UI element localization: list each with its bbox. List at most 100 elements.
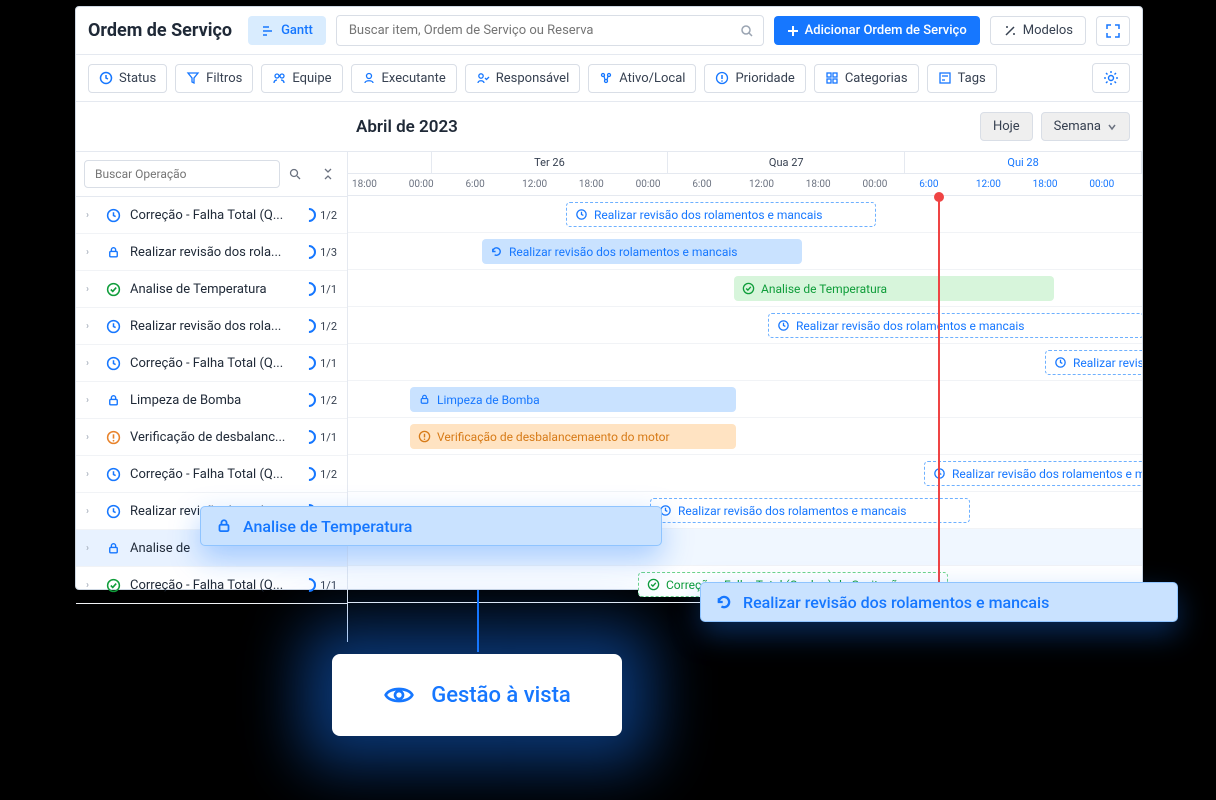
gantt-body: ›Correção - Falha Total (Q...1/2›Realiza… — [76, 152, 1142, 642]
row-label: Correção - Falha Total (Q... — [130, 208, 302, 223]
day-col-active: Qui 28 — [905, 152, 1142, 173]
hour-cell: 18:00 — [348, 174, 405, 195]
tree-row[interactable]: ›Correção - Falha Total (Q...1/1 — [76, 345, 347, 382]
tree-row[interactable]: ›Limpeza de Bomba1/2 — [76, 382, 347, 419]
task-bar[interactable]: Limpeza de Bomba — [410, 387, 736, 412]
filter-categorias[interactable]: Categorias — [814, 64, 919, 93]
status-icon — [104, 206, 122, 224]
dragging-bar-revisao[interactable]: Realizar revisão dos rolamentos e mancai… — [700, 582, 1178, 622]
status-icon — [104, 539, 122, 557]
row-label: Correção - Falha Total (Q... — [130, 356, 302, 371]
refresh-icon — [490, 245, 503, 258]
filter-responsavel[interactable]: Responsável — [465, 64, 580, 93]
filter-ativo[interactable]: Ativo/Local — [588, 64, 696, 93]
operation-search-input[interactable] — [84, 160, 280, 188]
expand-button[interactable] — [1096, 16, 1130, 46]
models-button[interactable]: Modelos — [990, 16, 1086, 45]
task-bar[interactable]: Realizar revisão dos rolamentos e mancai… — [768, 313, 1142, 338]
status-icon — [104, 465, 122, 483]
tree-row[interactable]: ›Correção - Falha Total (Q...1/2 — [76, 456, 347, 493]
header-bar: Ordem de Serviço Gantt Adicionar Ordem d… — [76, 7, 1142, 55]
gantt-row: Realizar revisão dos rolamentos e mancai… — [348, 307, 1142, 344]
settings-button[interactable] — [1092, 63, 1130, 93]
hour-header: 18:0000:006:0012:0018:0000:006:0012:0018… — [348, 174, 1142, 196]
grid-icon — [825, 71, 839, 85]
gantt-row: Limpeza de Bomba — [348, 381, 1142, 418]
sidebar-search-row — [76, 152, 347, 197]
filter-status[interactable]: Status — [88, 64, 167, 93]
check-circle-icon — [742, 282, 755, 295]
gear-icon — [1103, 70, 1119, 86]
chevron-right-icon: › — [86, 506, 96, 517]
dragging-bar-label: Analise de Temperatura — [243, 517, 412, 536]
tree-row[interactable]: ›Correção - Falha Total (Q...1/1 — [76, 567, 347, 604]
user-check-icon — [476, 71, 490, 85]
chevron-right-icon: › — [86, 247, 96, 258]
add-work-order-button[interactable]: Adicionar Ordem de Serviço — [774, 16, 980, 45]
tree-row[interactable]: ›Realizar revisão dos rola...1/3 — [76, 234, 347, 271]
progress-arc-icon — [299, 353, 319, 373]
chevron-right-icon: › — [86, 469, 96, 480]
row-count: 1/2 — [320, 394, 337, 407]
row-label: Realizar revisão dos rola... — [130, 245, 302, 260]
status-icon — [104, 428, 122, 446]
task-bar[interactable]: Realizar revisão dos rolamentos e mancai… — [482, 239, 802, 264]
lock-icon — [215, 517, 233, 535]
day-col: Ter 26 — [432, 152, 669, 173]
app-window: Ordem de Serviço Gantt Adicionar Ordem d… — [75, 6, 1143, 590]
funnel-icon — [186, 71, 200, 85]
search-icon — [289, 168, 301, 180]
progress-arc-icon — [299, 427, 319, 447]
filter-executante[interactable]: Executante — [351, 64, 457, 93]
chevron-down-icon — [1107, 122, 1117, 132]
now-indicator-line — [938, 196, 940, 603]
clock-icon — [777, 319, 790, 332]
search-input[interactable] — [336, 15, 764, 46]
task-bar[interactable]: Realizar revisão dos rolamentos e m — [924, 461, 1142, 486]
status-icon — [104, 576, 122, 594]
gantt-row: Realizar revisão dos rolamentos e mancai… — [348, 196, 1142, 233]
tree-row[interactable]: ›Analise de Temperatura1/1 — [76, 271, 347, 308]
status-icon — [104, 354, 122, 372]
row-count: 1/1 — [320, 431, 337, 444]
task-bar[interactable]: Realizar revis — [1045, 350, 1142, 375]
status-icon — [104, 243, 122, 261]
plus-icon — [787, 25, 799, 37]
progress-arc-icon — [299, 316, 319, 336]
filter-filtros[interactable]: Filtros — [175, 64, 253, 93]
gantt-row: Realizar revisão dos rolamentos e m — [348, 455, 1142, 492]
collapse-sidebar-button[interactable] — [317, 163, 339, 185]
gantt-view-button[interactable]: Gantt — [248, 16, 326, 45]
task-bar[interactable]: Verificação de desbalancemaento do motor — [410, 424, 736, 449]
tree-row[interactable]: ›Verificação de desbalanc...1/1 — [76, 419, 347, 456]
models-label: Modelos — [1023, 23, 1073, 38]
today-button[interactable]: Hoje — [980, 112, 1033, 141]
task-bar[interactable]: Realizar revisão dos rolamentos e mancai… — [566, 202, 876, 227]
filter-prioridade[interactable]: Prioridade — [704, 64, 805, 93]
row-label: Verificação de desbalanc... — [130, 430, 302, 445]
filter-equipe[interactable]: Equipe — [261, 64, 342, 93]
hour-cell: 12:00 — [745, 174, 802, 195]
chevron-right-icon: › — [86, 284, 96, 295]
hour-cell: 18:00 — [1029, 174, 1086, 195]
chevron-right-icon: › — [86, 543, 96, 554]
week-dropdown[interactable]: Semana — [1041, 112, 1130, 141]
progress-arc-icon — [299, 205, 319, 225]
progress-arc-icon — [299, 575, 319, 595]
status-icon — [104, 502, 122, 520]
hour-cell: 6:00 — [915, 174, 972, 195]
tree-row[interactable]: ›Correção - Falha Total (Q...1/2 — [76, 197, 347, 234]
page-title: Ordem de Serviço — [88, 20, 232, 41]
chevron-right-icon: › — [86, 580, 96, 591]
row-count: 1/1 — [320, 357, 337, 370]
task-bar[interactable]: Realizar revisão dos rolamentos e mancai… — [650, 498, 970, 523]
task-bar[interactable]: Analise de Temperatura — [734, 276, 1054, 301]
day-col: Qua 27 — [668, 152, 905, 173]
tree-row[interactable]: ›Realizar revisão dos rola...1/2 — [76, 308, 347, 345]
clock-icon — [1054, 356, 1067, 369]
row-count: 1/2 — [320, 320, 337, 333]
dragging-bar-temperatura[interactable]: Analise de Temperatura — [200, 506, 662, 546]
tag-icon — [938, 71, 952, 85]
filter-tags[interactable]: Tags — [927, 64, 997, 93]
gantt-row: Verificação de desbalancemaento do motor — [348, 418, 1142, 455]
